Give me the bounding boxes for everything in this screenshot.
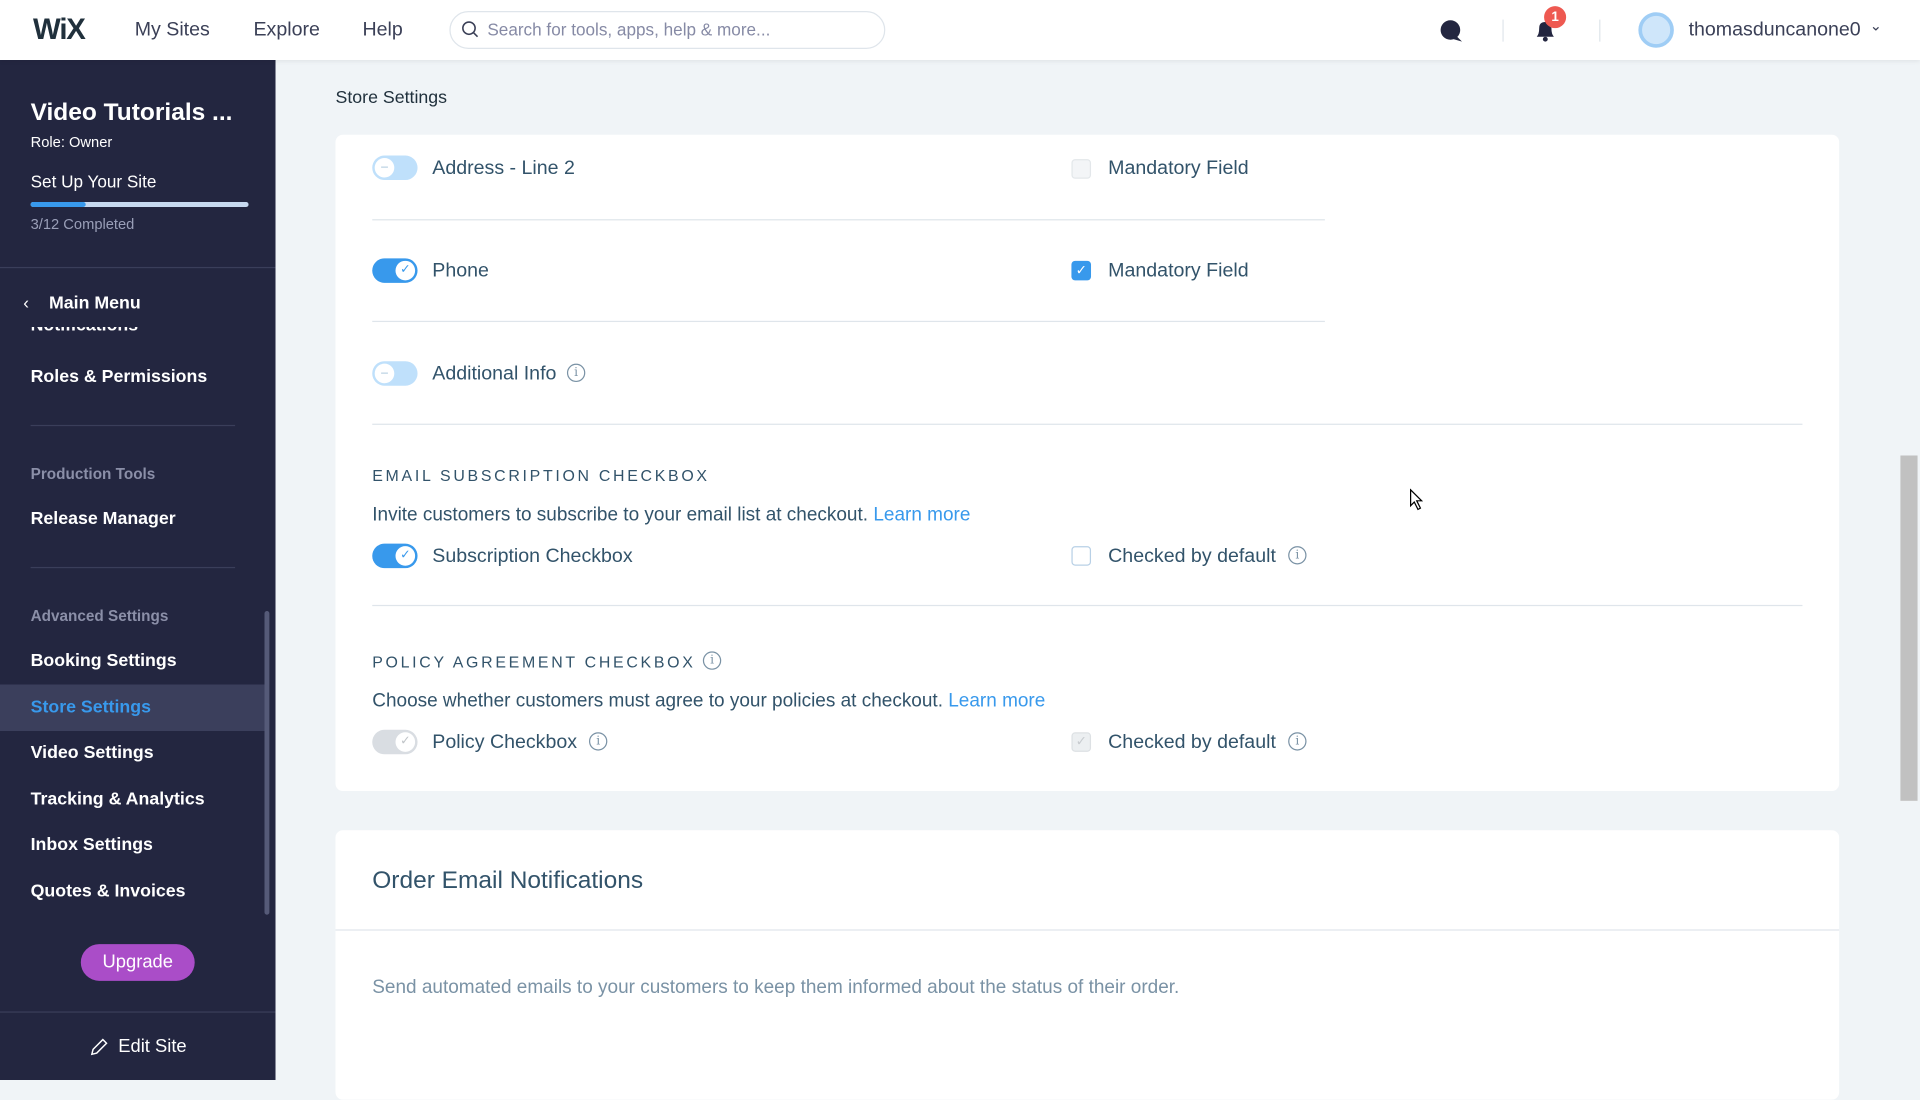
mandatory-label: Mandatory Field <box>1108 260 1249 282</box>
divider <box>30 424 236 427</box>
policy-description: Choose whether customers must agree to y… <box>372 690 1046 712</box>
phone-mandatory-checkbox[interactable]: ✓ <box>1071 260 1092 281</box>
email-subscription-description: Invite customers to subscribe to your em… <box>372 504 971 526</box>
sidebar-item-notifications[interactable]: Notifications <box>31 327 139 336</box>
minus-icon: – <box>374 157 395 178</box>
phone-label: Phone <box>432 260 489 282</box>
check-icon: ✓ <box>395 546 416 566</box>
sidebar-item-store-settings[interactable]: Store Settings <box>31 698 151 718</box>
checkout-settings-card: – Address - Line 2 Mandatory Field ✓ Pho… <box>335 134 1840 792</box>
avatar[interactable] <box>1638 12 1674 48</box>
address-line2-toggle[interactable]: – <box>372 155 418 181</box>
divider <box>30 566 236 569</box>
sidebar-scrollbar[interactable] <box>264 611 270 915</box>
policy-agreement-heading: POLICY AGREEMENT CHECKBOX <box>372 652 696 672</box>
info-icon[interactable]: i <box>702 651 722 670</box>
subscription-checkbox-toggle[interactable]: ✓ <box>372 543 418 569</box>
policy-checkbox-toggle[interactable]: ✓ <box>372 729 418 755</box>
sidebar-item-quotes-invoices[interactable]: Quotes & Invoices <box>31 882 186 902</box>
page-scrollbar[interactable] <box>1900 455 1918 801</box>
email-subscription-heading: EMAIL SUBSCRIPTION CHECKBOX <box>372 466 710 485</box>
sidebar-item-booking-settings[interactable]: Booking Settings <box>31 651 177 671</box>
wix-logo[interactable]: WiX <box>33 13 86 47</box>
section-advanced-settings: Advanced Settings <box>30 607 169 625</box>
cursor-icon <box>1410 488 1424 511</box>
policy-default-checkbox[interactable]: ✓ <box>1071 732 1092 752</box>
section-production-tools: Production Tools <box>30 465 156 483</box>
additional-info-toggle[interactable]: – <box>372 361 418 386</box>
divider <box>335 929 1840 931</box>
main-menu-button[interactable]: Main Menu <box>49 294 141 314</box>
checked-by-default-label: Checked by default <box>1108 546 1276 567</box>
subscription-checkbox-label: Subscription Checkbox <box>432 546 633 567</box>
top-bar: WiX My Sites Explore Help 1 thomasduncan… <box>0 0 1920 61</box>
setup-link[interactable]: Set Up Your Site <box>31 171 157 191</box>
order-email-title: Order Email Notifications <box>372 866 644 894</box>
edit-site-label: Edit Site <box>118 1035 187 1057</box>
learn-more-link[interactable]: Learn more <box>948 691 1045 712</box>
mandatory-label: Mandatory Field <box>1108 157 1249 179</box>
search-box[interactable] <box>449 11 886 49</box>
order-email-card: Order Email Notifications Send automated… <box>335 830 1840 1100</box>
divider <box>1502 19 1504 42</box>
divider <box>372 423 1803 425</box>
search-input[interactable] <box>487 19 855 40</box>
sidebar-item-release-manager[interactable]: Release Manager <box>31 509 176 529</box>
notification-badge: 1 <box>1544 6 1567 29</box>
info-icon[interactable]: i <box>1288 546 1307 565</box>
policy-checkbox-label: Policy Checkbox <box>432 732 578 754</box>
sidebar: Video Tutorials ... Role: Owner Set Up Y… <box>0 60 276 1081</box>
search-icon <box>462 21 479 38</box>
info-icon[interactable]: i <box>1288 732 1307 751</box>
divider <box>372 219 1325 221</box>
site-role: Role: Owner <box>30 133 113 151</box>
address-line2-label: Address - Line 2 <box>432 157 575 179</box>
upgrade-button[interactable]: Upgrade <box>80 944 195 981</box>
additional-info-label: Additional Info <box>432 363 557 385</box>
sidebar-item-roles[interactable]: Roles & Permissions <box>31 367 208 387</box>
setup-progress-bar <box>30 202 249 207</box>
pencil-icon <box>90 1037 108 1055</box>
checked-by-default-label: Checked by default <box>1108 732 1276 754</box>
chat-icon[interactable] <box>1439 18 1463 42</box>
username[interactable]: thomasduncanone0 <box>1689 20 1861 42</box>
address-line2-mandatory-checkbox[interactable] <box>1071 159 1092 179</box>
info-icon[interactable]: i <box>588 732 608 751</box>
sidebar-item-inbox-settings[interactable]: Inbox Settings <box>31 835 153 855</box>
info-icon[interactable]: i <box>566 363 586 383</box>
check-icon: ✓ <box>395 260 416 281</box>
subscription-default-checkbox[interactable] <box>1071 546 1092 566</box>
edit-site-button[interactable]: Edit Site <box>0 1011 276 1080</box>
nav-my-sites[interactable]: My Sites <box>135 20 210 42</box>
order-email-description: Send automated emails to your customers … <box>372 977 1180 998</box>
minus-icon: – <box>374 363 395 384</box>
site-title: Video Tutorials ... <box>30 99 233 127</box>
chevron-left-icon[interactable]: ‹ <box>23 293 29 313</box>
sidebar-item-video-settings[interactable]: Video Settings <box>31 743 154 763</box>
divider <box>372 604 1803 607</box>
page-title: Store Settings <box>335 88 448 108</box>
chevron-down-icon[interactable]: ⌄ <box>1870 17 1882 34</box>
phone-toggle[interactable]: ✓ <box>372 258 418 283</box>
nav-explore[interactable]: Explore <box>253 20 319 42</box>
check-icon: ✓ <box>395 732 416 752</box>
divider <box>0 266 276 269</box>
divider <box>1599 19 1601 42</box>
setup-status: 3/12 Completed <box>30 215 135 233</box>
divider <box>372 320 1325 323</box>
nav-help[interactable]: Help <box>362 20 402 42</box>
learn-more-link[interactable]: Learn more <box>873 504 970 525</box>
sidebar-item-tracking-analytics[interactable]: Tracking & Analytics <box>31 790 205 810</box>
